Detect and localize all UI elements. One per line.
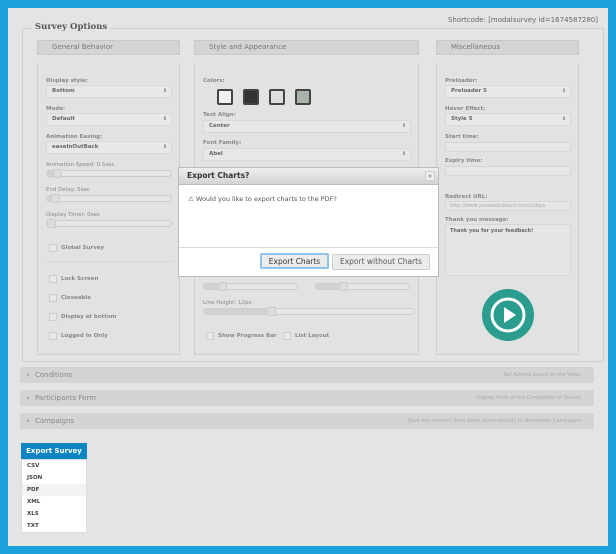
line-height-slider[interactable] xyxy=(203,307,415,316)
font-family-select[interactable]: Abel xyxy=(203,148,411,161)
list-layout-checkbox[interactable] xyxy=(283,332,291,340)
thanks-textarea[interactable]: Thank you for your feedback! xyxy=(445,224,571,276)
display-style-select[interactable]: Bottom xyxy=(46,85,172,98)
expiry-time-label: Expiry time: xyxy=(445,158,483,164)
miscellaneous-panel: Preloader: Preloader 5 Hover Effect: Sty… xyxy=(436,63,579,355)
preloader-label: Preloader: xyxy=(445,78,478,84)
display-bottom-label: Display at bottom xyxy=(61,314,117,320)
chevron-right-icon: ▸ xyxy=(27,372,30,378)
show-progress-label: Show Progress Bar xyxy=(218,333,277,339)
export-charts-dialog: Export Charts? × ⚠ Would you like to exp… xyxy=(178,167,439,277)
dialog-message-row: ⚠ Would you like to export charts to the… xyxy=(188,195,337,203)
export-option-txt[interactable]: TXT xyxy=(22,520,86,532)
logged-in-checkbox[interactable] xyxy=(49,332,57,340)
redirect-url-label: Redirect URL: xyxy=(445,194,488,200)
export-format-menu: CSV JSON PDF XML XLS TXT xyxy=(21,459,87,533)
expiry-time-input[interactable] xyxy=(445,166,571,176)
lock-screen-checkbox[interactable] xyxy=(49,275,57,283)
slider-handle[interactable] xyxy=(53,169,63,178)
slider-handle[interactable] xyxy=(50,194,60,203)
color-swatch-light[interactable] xyxy=(269,89,285,105)
chevron-right-icon: ▸ xyxy=(27,395,30,401)
color-swatch-green[interactable] xyxy=(295,89,311,105)
global-survey-checkbox[interactable] xyxy=(49,244,57,252)
line-height-label: Line Height: 12px xyxy=(203,300,252,306)
general-behavior-panel: Display style: Bottom Mode: Default Anim… xyxy=(37,63,180,355)
play-icon xyxy=(490,297,526,333)
slider-handle[interactable] xyxy=(47,219,56,228)
accordion-title: Campaigns xyxy=(35,417,75,425)
export-charts-button[interactable]: Export Charts xyxy=(260,253,329,269)
mode-select[interactable]: Default xyxy=(46,113,172,126)
accordion-participants-form[interactable]: ▸ Participants Form Display Form at the Co… xyxy=(20,390,594,406)
anim-speed-label: Animation Speed: 0.5sec xyxy=(46,162,115,168)
preloader-select[interactable]: Preloader 5 xyxy=(445,85,571,98)
export-option-csv[interactable]: CSV xyxy=(22,460,86,472)
display-timer-slider[interactable] xyxy=(46,219,172,228)
colors-label: Colors: xyxy=(203,78,225,84)
lock-screen-label: Lock Screen xyxy=(61,276,99,282)
end-delay-slider[interactable] xyxy=(46,194,172,203)
slider-handle[interactable] xyxy=(267,307,276,316)
accordion-title: Conditions xyxy=(35,371,73,379)
shortcode: Shortcode: [modalsurvey id=1674587280] xyxy=(447,16,598,24)
display-timer-label: Display Timer: 0sec xyxy=(46,212,101,218)
accordion-desc: Set Actions based on the Votes xyxy=(503,372,581,378)
close-icon[interactable]: × xyxy=(425,171,435,181)
text-align-select[interactable]: Center xyxy=(203,120,411,133)
warning-icon: ⚠ xyxy=(188,195,194,203)
start-time-input[interactable] xyxy=(445,142,571,152)
mode-label: Mode: xyxy=(46,106,66,112)
export-option-json[interactable]: JSON xyxy=(22,472,86,484)
anim-speed-slider[interactable] xyxy=(46,169,172,178)
divider xyxy=(46,261,172,262)
hover-effect-select[interactable]: Style 5 xyxy=(445,113,571,126)
list-layout-label: List Layout xyxy=(295,333,330,339)
fieldset-title: Survey Options xyxy=(32,22,111,32)
export-option-xml[interactable]: XML xyxy=(22,496,86,508)
chevron-right-icon: ▸ xyxy=(27,418,30,424)
accordion-title: Participants Form xyxy=(35,394,96,402)
closeable-label: Closeable xyxy=(61,295,91,301)
thanks-label: Thank you message: xyxy=(445,217,509,223)
show-progress-checkbox[interactable] xyxy=(206,332,214,340)
general-behavior-header: General Behavior xyxy=(37,40,180,55)
end-delay-label: End Delay: 5sec xyxy=(46,187,90,193)
display-style-label: Display style: xyxy=(46,78,88,84)
slider-handle[interactable] xyxy=(217,282,227,291)
survey-options-page: Shortcode: [modalsurvey id=1674587280] S… xyxy=(8,8,608,546)
display-bottom-checkbox[interactable] xyxy=(49,313,57,321)
color-swatch-white[interactable] xyxy=(217,89,233,105)
text-align-label: Text Align: xyxy=(203,112,236,118)
accordion-campaigns[interactable]: ▸ Campaigns Save the survey's form datas a… xyxy=(20,413,594,429)
export-without-charts-button[interactable]: Export without Charts xyxy=(332,254,430,270)
font-family-label: Font Family: xyxy=(203,140,242,146)
style-slider-a[interactable] xyxy=(203,282,298,291)
easing-label: Animation Easing: xyxy=(46,134,103,140)
redirect-url-input[interactable]: http://www.yourwebsiteurl.com/subpa xyxy=(445,201,571,211)
miscellaneous-header: Miscellaneous xyxy=(436,40,579,55)
global-survey-label: Global Survey xyxy=(61,245,105,251)
export-survey-button[interactable]: Export Survey xyxy=(21,443,87,459)
accordion-desc: Display Form at the Completion of Survey xyxy=(476,395,581,401)
dialog-message: Would you like to export charts to the P… xyxy=(195,195,337,203)
color-swatch-dark[interactable] xyxy=(243,89,259,105)
style-slider-b[interactable] xyxy=(315,282,410,291)
accordion-desc: Save the survey's form datas automatical… xyxy=(407,418,581,424)
play-button[interactable] xyxy=(482,289,534,341)
dialog-divider xyxy=(179,247,438,248)
closeable-checkbox[interactable] xyxy=(49,294,57,302)
hover-effect-label: Hover Effect: xyxy=(445,106,486,112)
export-option-xls[interactable]: XLS xyxy=(22,508,86,520)
export-option-pdf[interactable]: PDF xyxy=(22,484,86,496)
logged-in-label: Logged In Only xyxy=(61,333,108,339)
dialog-title: Export Charts? xyxy=(179,168,438,185)
easing-select[interactable]: easeInOutBack xyxy=(46,141,172,154)
style-appearance-header: Style and Appearance xyxy=(194,40,419,55)
start-time-label: Start time: xyxy=(445,134,479,140)
accordion-conditions[interactable]: ▸ Conditions Set Actions based on the Vote… xyxy=(20,367,594,383)
slider-handle[interactable] xyxy=(339,282,349,291)
